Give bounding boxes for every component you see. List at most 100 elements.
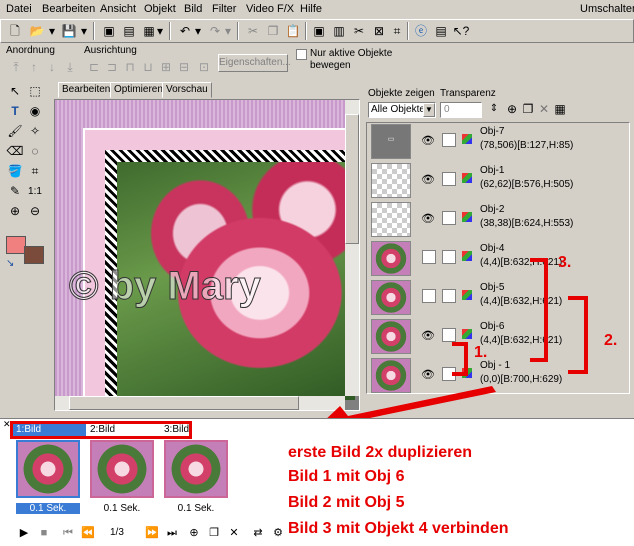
save-dropdown-icon[interactable]: ▾ <box>79 21 89 41</box>
export-icon[interactable]: ▤ <box>119 21 139 41</box>
swap-colors-icon[interactable]: ↘ <box>6 258 14 269</box>
list-item[interactable]: Obj-4 (4,4)[B:632,H:621) <box>368 239 628 278</box>
background-color-swatch[interactable] <box>24 246 44 264</box>
tab-bearbeiten[interactable]: Bearbeiten <box>58 82 115 98</box>
properties-button[interactable]: Eigenschaften... <box>218 54 291 72</box>
lock-checkbox[interactable] <box>442 172 456 186</box>
horizontal-scroll-thumb[interactable] <box>69 396 299 410</box>
menu-video-fx[interactable]: Video F/X <box>246 3 294 15</box>
next-frame-icon[interactable]: ⏩ <box>144 525 160 541</box>
tab-vorschau[interactable]: Vorschau <box>162 82 212 98</box>
redo-icon[interactable]: ↷ <box>205 21 225 41</box>
eraser-tool-icon[interactable]: ⌫ <box>6 142 24 160</box>
scissors-tool-icon[interactable]: ✂ <box>349 21 369 41</box>
new-file-icon[interactable]: 🗋 <box>5 21 25 41</box>
visibility-checkbox[interactable] <box>422 289 436 303</box>
duplicate-object-icon[interactable]: ❐ <box>520 100 536 118</box>
menu-datei[interactable]: Datei <box>6 3 32 15</box>
tab-optimieren[interactable]: Optimieren <box>110 82 167 98</box>
menu-filter[interactable]: Filter <box>212 3 236 15</box>
pointer-tool-icon[interactable]: ↖ <box>6 82 24 100</box>
frame-thumbnail-1[interactable] <box>16 440 80 498</box>
frame-properties-icon[interactable]: ⚙ <box>270 525 286 541</box>
menu-bearbeiten[interactable]: Bearbeiten <box>42 3 95 15</box>
align-right-icon[interactable]: ⊓ <box>120 57 140 77</box>
menu-ansicht[interactable]: Ansicht <box>100 3 136 15</box>
frame-delay-3[interactable]: 0.1 Sek. <box>164 503 228 514</box>
first-frame-icon[interactable]: ⏮ <box>60 525 76 541</box>
list-item[interactable]: ▭ 👁 Obj-7 (78,506)[B:127,H:85) <box>368 122 628 161</box>
lock-checkbox[interactable] <box>442 289 456 303</box>
align-middle-icon[interactable]: ⊞ <box>156 57 176 77</box>
copy-icon[interactable]: ❐ <box>263 21 283 41</box>
paste-icon[interactable]: 📋 <box>283 21 303 41</box>
lock-checkbox[interactable] <box>442 133 456 147</box>
frame-link-icon[interactable]: ⇄ <box>250 525 266 541</box>
resize-icon[interactable]: ⊠ <box>369 21 389 41</box>
align-top-icon[interactable]: ⊔ <box>138 57 158 77</box>
image-view-icon[interactable]: ▣ <box>309 21 329 41</box>
fill-tool-icon[interactable]: 🪣 <box>6 162 24 180</box>
zoom-in-icon[interactable]: ⊕ <box>6 202 24 220</box>
list-item[interactable]: 👁 Obj-2 (38,38)[B:624,H:553) <box>368 200 628 239</box>
browser-icon[interactable]: ⓔ <box>411 21 431 41</box>
lasso-tool-icon[interactable]: ◌ <box>26 142 44 160</box>
web-preview-icon[interactable]: ▤ <box>431 21 451 41</box>
open-dropdown-icon[interactable]: ▾ <box>47 21 57 41</box>
lock-checkbox[interactable] <box>442 250 456 264</box>
undo-icon[interactable]: ↶ <box>175 21 195 41</box>
eye-icon[interactable]: 👁 <box>420 134 436 148</box>
zoom-out-icon[interactable]: ⊖ <box>26 202 44 220</box>
last-frame-icon[interactable]: ⏭ <box>164 525 180 541</box>
send-backward-icon[interactable]: ↓ <box>42 57 62 77</box>
visibility-checkbox[interactable] <box>422 250 436 264</box>
eye-icon[interactable]: 👁 <box>420 173 436 187</box>
frame-duplicate-icon[interactable]: ❐ <box>206 525 222 541</box>
lock-checkbox[interactable] <box>442 211 456 225</box>
new-object-icon[interactable]: ⊕ <box>504 100 520 118</box>
list-item[interactable]: 👁 Obj-6 (4,4)[B:632,H:621) <box>368 317 628 356</box>
crop-icon[interactable]: ⌗ <box>387 21 407 41</box>
vertical-scroll-thumb[interactable] <box>345 114 359 244</box>
brush-tool-icon[interactable]: 🖌 <box>6 122 24 140</box>
eye-icon[interactable]: 👁 <box>420 212 436 226</box>
align-bottom-icon[interactable]: ⊟ <box>174 57 194 77</box>
shape-tool-icon[interactable]: ◉ <box>26 102 44 120</box>
object-filter-select[interactable]: Alle Objekte ▼ <box>368 102 436 118</box>
play-icon[interactable]: ▶ <box>16 525 32 541</box>
batch-dropdown-icon[interactable]: ▾ <box>155 21 165 41</box>
layers-icon[interactable]: ▥ <box>329 21 349 41</box>
transparency-stepper[interactable]: ⇕ <box>486 100 502 118</box>
object-properties-icon[interactable]: ▦ <box>552 100 568 118</box>
align-center-icon[interactable]: ⊐ <box>102 57 122 77</box>
menu-objekt[interactable]: Objekt <box>144 3 176 15</box>
frame-new-icon[interactable]: ⊕ <box>186 525 202 541</box>
frame-thumbnail-2[interactable] <box>90 440 154 498</box>
menu-umschalten[interactable]: Umschalten <box>580 3 634 15</box>
eyedropper-tool-icon[interactable]: ✎ <box>6 182 24 200</box>
frame-delete-icon[interactable]: ✕ <box>226 525 242 541</box>
save-icon[interactable]: 💾 <box>59 21 79 41</box>
select-tool-icon[interactable]: ⬚ <box>26 82 44 100</box>
menu-hilfe[interactable]: Hilfe <box>300 3 322 15</box>
canvas-viewport[interactable]: © by Mary <box>54 99 360 411</box>
distribute-icon[interactable]: ⊡ <box>194 57 214 77</box>
text-tool-icon[interactable]: T <box>6 102 24 120</box>
wand-tool-icon[interactable]: ✧ <box>26 122 44 140</box>
stop-icon[interactable]: ■ <box>36 525 52 541</box>
eye-icon[interactable]: 👁 <box>420 368 436 382</box>
open-folder-icon[interactable]: 📂 <box>27 21 47 41</box>
print-icon[interactable]: ▣ <box>99 21 119 41</box>
align-left-icon[interactable]: ⊏ <box>84 57 104 77</box>
transparency-input[interactable]: 0 <box>440 102 482 118</box>
chevron-down-icon[interactable]: ▼ <box>423 103 435 117</box>
canvas-vertical-scrollbar[interactable] <box>345 100 359 396</box>
eye-icon[interactable]: 👁 <box>420 329 436 343</box>
menu-bild[interactable]: Bild <box>184 3 202 15</box>
send-back-icon[interactable]: ⤓ <box>60 57 80 77</box>
only-active-checkbox[interactable] <box>296 49 307 60</box>
undo-dropdown-icon[interactable]: ▾ <box>193 21 203 41</box>
foreground-color-swatch[interactable] <box>6 236 26 254</box>
actual-size-icon[interactable]: 1:1 <box>26 182 44 200</box>
prev-frame-icon[interactable]: ⏪ <box>80 525 96 541</box>
